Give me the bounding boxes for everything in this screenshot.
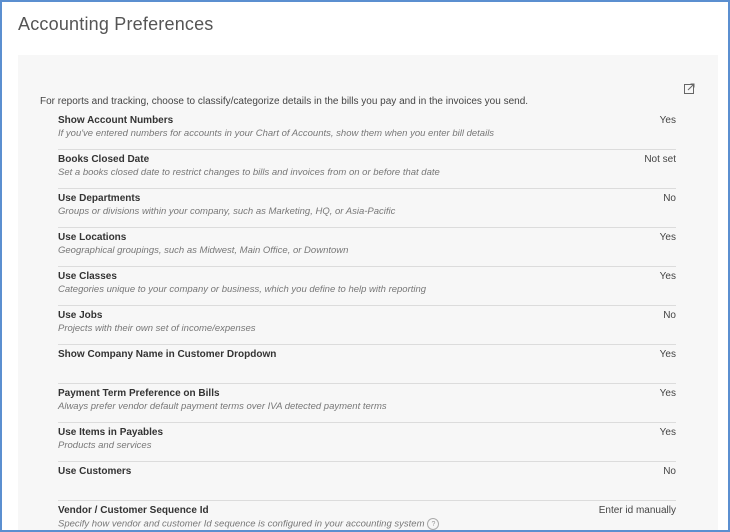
pref-label: Payment Term Preference on Bills bbox=[58, 388, 220, 399]
pref-description: Always prefer vendor default payment ter… bbox=[58, 401, 387, 412]
pref-description: Groups or divisions within your company,… bbox=[58, 206, 396, 217]
edit-icon bbox=[683, 83, 694, 94]
pref-row-payment-term-preference[interactable]: Payment Term Preference on Bills Always … bbox=[58, 384, 676, 423]
pref-label: Show Company Name in Customer Dropdown bbox=[58, 349, 277, 360]
page-title: Accounting Preferences bbox=[18, 14, 214, 34]
pref-value: Enter id manually bbox=[598, 505, 676, 516]
pref-value: No bbox=[663, 466, 676, 477]
pref-label: Use Locations bbox=[58, 232, 127, 243]
pref-label: Show Account Numbers bbox=[58, 115, 174, 126]
pref-description: Specify how vendor and customer Id seque… bbox=[58, 518, 440, 530]
pref-label: Use Classes bbox=[58, 271, 117, 282]
pref-value: Not set bbox=[644, 154, 676, 165]
pref-description: Geographical groupings, such as Midwest,… bbox=[58, 245, 349, 256]
pref-row-use-customers[interactable]: Use Customers No bbox=[58, 462, 676, 501]
pref-row-use-departments[interactable]: Use Departments Groups or divisions with… bbox=[58, 189, 676, 228]
pref-value: Yes bbox=[659, 427, 676, 438]
pref-value: Yes bbox=[659, 232, 676, 243]
edit-preferences-button[interactable] bbox=[682, 81, 696, 95]
pref-row-use-jobs[interactable]: Use Jobs Projects with their own set of … bbox=[58, 306, 676, 345]
pref-label: Use Jobs bbox=[58, 310, 103, 321]
pref-description: Products and services bbox=[58, 440, 152, 451]
pref-label: Books Closed Date bbox=[58, 154, 150, 165]
preferences-panel: For reports and tracking, choose to clas… bbox=[18, 55, 718, 530]
pref-row-use-locations[interactable]: Use Locations Geographical groupings, su… bbox=[58, 228, 676, 267]
pref-description: Categories unique to your company or bus… bbox=[58, 284, 427, 295]
preferences-window: Accounting Preferences For reports and t… bbox=[0, 0, 730, 532]
pref-row-use-items-in-payables[interactable]: Use Items in Payables Products and servi… bbox=[58, 423, 676, 462]
pref-label: Use Departments bbox=[58, 193, 141, 204]
pref-row-books-closed-date[interactable]: Books Closed Date Set a books closed dat… bbox=[58, 150, 676, 189]
pref-label: Use Items in Payables bbox=[58, 427, 164, 438]
intro-text: For reports and tracking, choose to clas… bbox=[40, 96, 529, 107]
pref-row-use-classes[interactable]: Use Classes Categories unique to your co… bbox=[58, 267, 676, 306]
pref-value: Yes bbox=[659, 388, 676, 399]
pref-value: No bbox=[663, 310, 676, 321]
pref-row-show-company-name[interactable]: Show Company Name in Customer Dropdown Y… bbox=[58, 345, 676, 384]
pref-label: Use Customers bbox=[58, 466, 132, 477]
pref-label: Vendor / Customer Sequence Id bbox=[58, 505, 209, 516]
pref-value: Yes bbox=[659, 349, 676, 360]
pref-description: Projects with their own set of income/ex… bbox=[58, 323, 256, 334]
pref-description-text: Specify how vendor and customer Id seque… bbox=[58, 518, 425, 530]
pref-row-vendor-customer-sequence-id[interactable]: Vendor / Customer Sequence Id Specify ho… bbox=[58, 501, 676, 530]
pref-value: Yes bbox=[659, 271, 676, 282]
pref-value: Yes bbox=[659, 115, 676, 126]
preferences-list: Show Account Numbers If you've entered n… bbox=[58, 111, 676, 530]
pref-description: Set a books closed date to restrict chan… bbox=[58, 167, 440, 178]
pref-description: If you've entered numbers for accounts i… bbox=[58, 128, 495, 139]
pref-value: No bbox=[663, 193, 676, 204]
question-circle-icon[interactable]: ? bbox=[427, 518, 440, 530]
pref-row-show-account-numbers[interactable]: Show Account Numbers If you've entered n… bbox=[58, 111, 676, 150]
